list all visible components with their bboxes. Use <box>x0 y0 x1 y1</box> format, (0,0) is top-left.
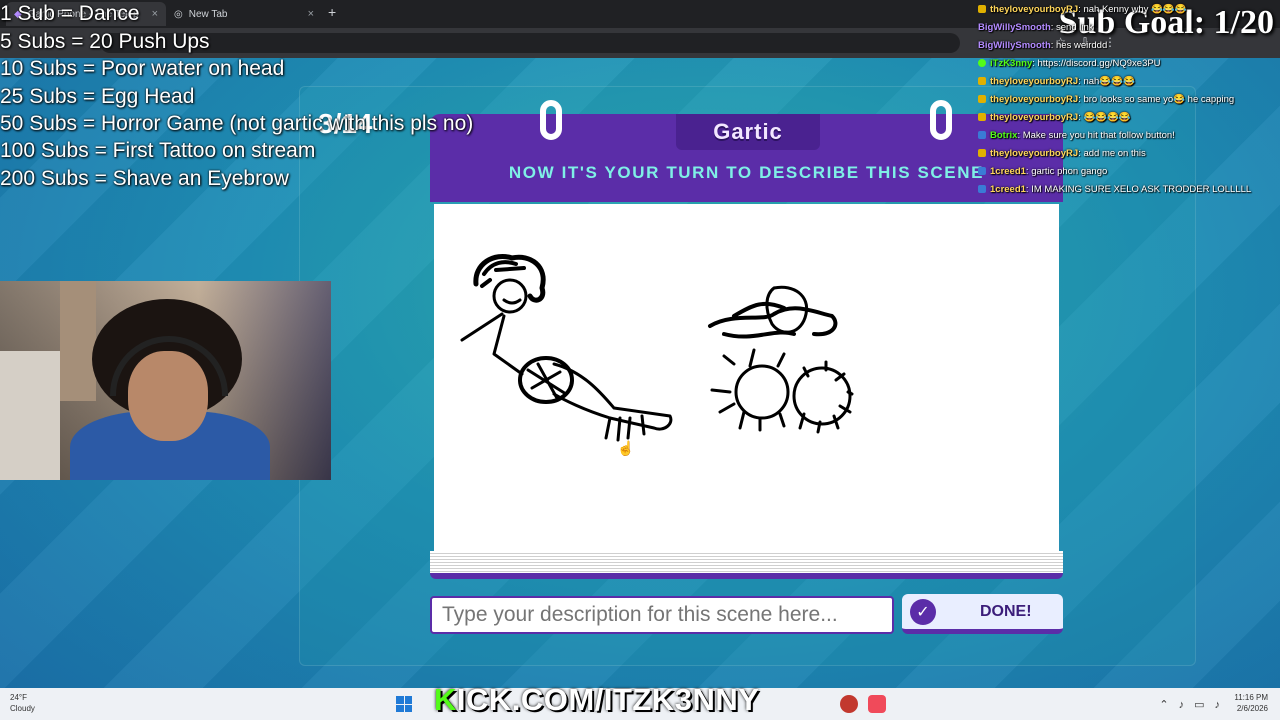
description-input[interactable] <box>430 596 894 634</box>
chat-message: theyloveyourboyRJ: add me on this <box>978 148 1146 159</box>
chat-message: iTzK3nny: https://discord.gg/NQ9xe3PU <box>978 58 1161 69</box>
goal-item: 5 Subs = 20 Push Ups <box>0 30 210 53</box>
system-tray-icons[interactable]: ⌃♪▭♪ <box>1159 698 1230 711</box>
badge-icon <box>978 113 986 122</box>
chat-message: 1creed1: gartic phon gango <box>978 166 1107 177</box>
book-header: Gartic NOW IT'S YOUR TURN TO DESCRIBE TH… <box>430 114 1063 202</box>
kick-url-banner: KICK.COM/ITZK3NNY <box>434 682 759 718</box>
goal-item: 10 Subs = Poor water on head <box>0 57 285 80</box>
chat-message: theyloveyourboyRJ: 😂😂😂😂 <box>978 112 1131 123</box>
done-button[interactable]: ✓ DONE! <box>902 594 1063 634</box>
gartic-logo: Gartic <box>676 114 820 150</box>
weather-desc: Cloudy <box>10 704 35 713</box>
clock-time: 11:16 PM <box>1234 693 1268 702</box>
chat-message: Botrix: Make sure you hit that follow bu… <box>978 130 1175 141</box>
new-tab-button[interactable]: + <box>328 4 336 20</box>
chat-message: BigWillySmooth: hes weirddd <box>978 40 1108 51</box>
clock-date: 2/6/2026 <box>1236 704 1268 713</box>
done-label: DONE! <box>980 602 1032 620</box>
turn-prompt: NOW IT'S YOUR TURN TO DESCRIBE THIS SCEN… <box>508 163 985 182</box>
tab-label: New Tab <box>188 8 228 20</box>
chat-message: theyloveyourboyRJ: nah Kenny why 😂😂😂 <box>978 4 1187 15</box>
scene-book: Gartic NOW IT'S YOUR TURN TO DESCRIBE TH… <box>430 100 1063 579</box>
chat-message: 1creed1: IM MAKING SURE XELO ASK TRODDER… <box>978 184 1251 195</box>
close-tab-icon[interactable]: × <box>152 8 158 20</box>
chrome-favicon-icon: ◎ <box>174 8 183 20</box>
tab-new-tab[interactable]: ◎ New Tab × <box>166 2 322 26</box>
kick-url-text: ICK.COM/ITZK3NNY <box>456 682 760 717</box>
webcam-feed <box>0 281 331 480</box>
close-tab-icon[interactable]: × <box>308 8 314 20</box>
hand-cursor-icon: ☝ <box>617 440 635 456</box>
windows-start-icon[interactable] <box>396 696 412 712</box>
music-app-icon[interactable] <box>868 695 886 713</box>
kick-logo-letter: K <box>434 682 457 717</box>
chat-message: theyloveyourboyRJ: bro looks so same yo😂… <box>978 94 1234 105</box>
badge-icon <box>978 185 986 194</box>
logo-text: Gartic <box>713 119 783 144</box>
badge-icon <box>978 95 986 104</box>
goal-item: 200 Subs = Shave an Eyebrow <box>0 167 289 190</box>
binder-ring-right-icon <box>930 100 952 140</box>
drawing-canvas <box>434 204 1059 551</box>
door <box>60 281 96 401</box>
book-pages <box>430 551 1063 579</box>
badge-icon <box>978 149 986 158</box>
badge-icon <box>978 167 986 176</box>
chat-message: theyloveyourboyRJ: nah😂😂😂 <box>978 76 1135 87</box>
app-icon[interactable] <box>840 695 858 713</box>
check-icon: ✓ <box>910 598 936 625</box>
dresser <box>0 351 60 480</box>
goal-item: 1 Sub = Dance <box>0 2 140 25</box>
goal-item: 50 Subs = Horror Game (not gartic with t… <box>0 112 474 135</box>
bot-badge-icon <box>978 131 986 140</box>
weather-widget[interactable]: 24°F Cloudy <box>10 692 35 714</box>
badge-icon <box>978 5 986 14</box>
url-field[interactable] <box>100 33 960 53</box>
scene-drawing <box>460 254 854 442</box>
broadcaster-icon <box>978 59 986 68</box>
goal-item: 100 Subs = First Tattoo on stream <box>0 139 316 162</box>
weather-temp: 24°F <box>10 693 27 702</box>
clock[interactable]: 11:16 PM 2/6/2026 <box>1234 692 1268 714</box>
badge-icon <box>978 77 986 86</box>
binder-ring-left-icon <box>540 100 562 140</box>
chat-message: BigWillySmooth: send link <box>978 22 1094 33</box>
goal-item: 25 Subs = Egg Head <box>0 85 195 108</box>
